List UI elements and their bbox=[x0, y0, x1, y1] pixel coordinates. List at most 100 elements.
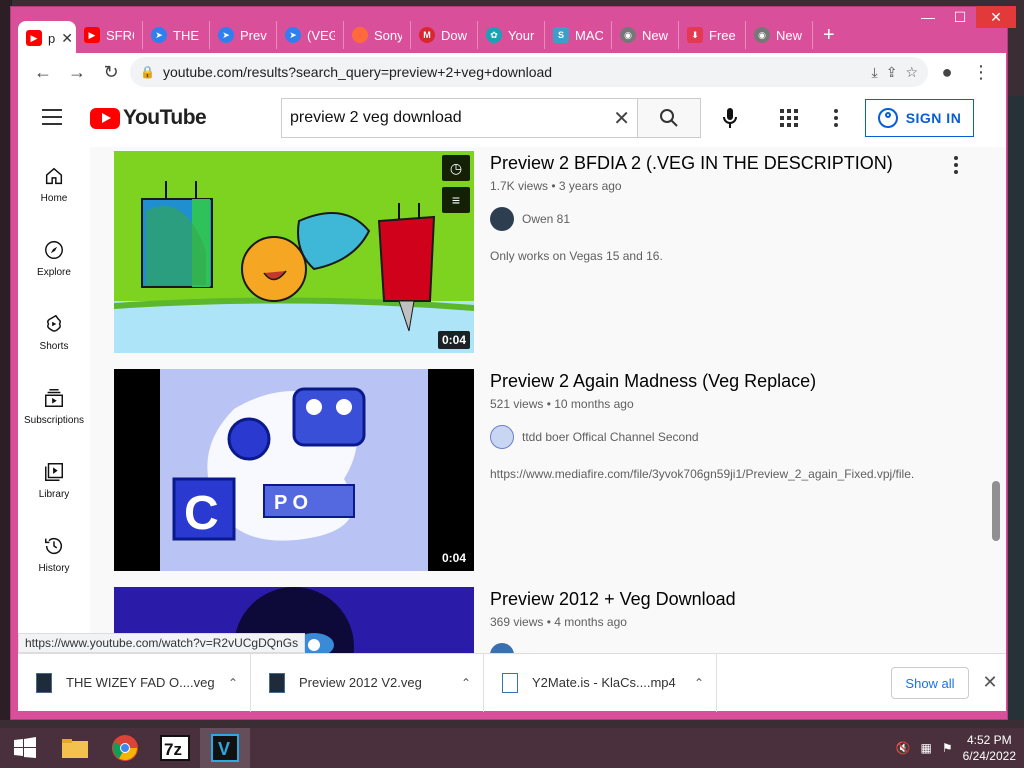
download-item[interactable]: Preview 2012 V2.veg ⌃ bbox=[251, 653, 484, 712]
youtube-logo[interactable]: YouTube bbox=[90, 106, 207, 130]
video-info: Preview 2 Again Madness (Veg Replace) 52… bbox=[490, 369, 960, 481]
taskbar-clock[interactable]: 4:52 PM 6/24/2022 bbox=[963, 732, 1016, 764]
browser-menu-icon[interactable]: ⋮ bbox=[966, 57, 996, 87]
tab[interactable]: ✿ Your bbox=[478, 21, 545, 49]
maximize-icon[interactable]: ☐ bbox=[944, 6, 976, 28]
sidebar-item-library[interactable]: Library bbox=[18, 443, 90, 517]
apps-grid-icon[interactable] bbox=[774, 103, 804, 133]
download-item[interactable]: Y2Mate.is - KlaCs....mp4 ⌃ bbox=[484, 653, 717, 712]
hamburger-menu-icon[interactable] bbox=[42, 109, 62, 125]
start-button[interactable] bbox=[0, 728, 50, 768]
svg-text:V: V bbox=[218, 739, 230, 759]
tab[interactable]: ➤ (VEG bbox=[277, 21, 344, 49]
network-icon[interactable]: ▦ bbox=[921, 741, 932, 755]
clear-search-icon[interactable]: ✕ bbox=[613, 106, 630, 131]
video-result[interactable]: C P O 0:04 Preview 2 Again Madness (Veg … bbox=[114, 369, 984, 571]
tab[interactable]: ◉ New bbox=[612, 21, 679, 49]
taskbar: 7z V 🔇 ▦ ⚑ 4:52 PM 6/24/2022 bbox=[0, 728, 1024, 768]
voice-search-button[interactable] bbox=[713, 101, 747, 135]
watch-later-icon[interactable]: ◷ bbox=[442, 155, 470, 181]
sony-icon bbox=[352, 27, 368, 43]
channel-name[interactable]: ttdd boer Offical Channel Second bbox=[522, 430, 699, 444]
microphone-icon bbox=[723, 108, 737, 128]
settings-more-icon[interactable] bbox=[824, 103, 848, 133]
chevron-up-icon[interactable]: ⌃ bbox=[461, 676, 471, 690]
youtube-play-icon bbox=[90, 107, 120, 129]
sidebar-item-history[interactable]: History bbox=[18, 517, 90, 591]
action-menu-icon[interactable] bbox=[944, 153, 968, 177]
chevron-up-icon[interactable]: ⌃ bbox=[228, 676, 238, 690]
video-thumbnail[interactable]: C P O 0:04 bbox=[114, 369, 474, 571]
vegas-taskbar-icon[interactable]: V bbox=[200, 728, 250, 768]
tab-label: Free bbox=[709, 27, 736, 43]
tab-label: THE bbox=[173, 27, 199, 43]
channel-row[interactable]: Owen 81 bbox=[490, 207, 960, 231]
tab-label: (VEG bbox=[307, 27, 335, 43]
youtube-page: YouTube preview 2 veg download ✕ SIGN IN… bbox=[18, 91, 1006, 653]
close-downloads-icon[interactable]: ✕ bbox=[978, 670, 1002, 694]
tab-youtube-active[interactable]: ▶ p ✕ bbox=[18, 21, 76, 55]
sidebar-item-home[interactable]: Home bbox=[18, 147, 90, 221]
tab[interactable]: ➤ Prev bbox=[210, 21, 277, 49]
page-scrollbar[interactable] bbox=[992, 481, 1000, 541]
reload-icon[interactable]: ↻ bbox=[96, 57, 126, 87]
channel-row[interactable]: ttdd boer Offical Channel Second bbox=[490, 425, 960, 449]
window-controls: — ☐ ✕ bbox=[912, 6, 1016, 28]
channel-name[interactable]: Owen 81 bbox=[522, 212, 570, 226]
video-duration: 0:04 bbox=[437, 549, 470, 567]
forward-icon[interactable]: → bbox=[62, 57, 92, 87]
download-filename: THE WIZEY FAD O....veg bbox=[66, 675, 214, 690]
sidebar-item-shorts[interactable]: Shorts bbox=[18, 295, 90, 369]
search-input[interactable]: preview 2 veg download ✕ bbox=[281, 98, 638, 138]
avatar[interactable] bbox=[490, 643, 514, 653]
minimize-icon[interactable]: — bbox=[912, 6, 944, 28]
avatar[interactable] bbox=[490, 425, 514, 449]
new-tab-button[interactable]: + bbox=[813, 24, 845, 47]
sidebar-item-label: Subscriptions bbox=[23, 414, 85, 426]
video-title[interactable]: Preview 2 BFDIA 2 (.VEG IN THE DESCRIPTI… bbox=[490, 151, 960, 175]
telegram-icon: ➤ bbox=[151, 27, 167, 43]
add-to-queue-icon[interactable]: ≡ bbox=[442, 187, 470, 213]
tab[interactable]: Sony bbox=[344, 21, 411, 49]
tab[interactable]: S MAC bbox=[545, 21, 612, 49]
close-window-icon[interactable]: ✕ bbox=[976, 6, 1016, 28]
sidebar-item-label: Explore bbox=[37, 266, 71, 278]
sidebar-item-explore[interactable]: Explore bbox=[18, 221, 90, 295]
install-icon[interactable]: ⤓ bbox=[872, 64, 878, 81]
avatar[interactable] bbox=[490, 207, 514, 231]
search-icon bbox=[660, 109, 678, 127]
video-result[interactable]: ◷ ≡ 0:04 Preview 2 BFDIA 2 (.VEG IN THE … bbox=[114, 151, 984, 353]
bookmark-star-icon[interactable]: ☆ bbox=[905, 64, 918, 81]
show-all-downloads-button[interactable]: Show all bbox=[891, 667, 969, 699]
volume-muted-icon[interactable]: 🔇 bbox=[896, 741, 911, 755]
channel-row[interactable] bbox=[490, 643, 960, 653]
video-thumbnail[interactable]: ◷ ≡ 0:04 bbox=[114, 151, 474, 353]
7zip-taskbar-icon[interactable]: 7z bbox=[150, 728, 200, 768]
tab[interactable]: M Dow bbox=[411, 21, 478, 49]
close-tab-icon[interactable]: ✕ bbox=[61, 30, 73, 47]
notification-icon[interactable]: ⚑ bbox=[942, 741, 953, 755]
video-title[interactable]: Preview 2012 + Veg Download bbox=[490, 587, 960, 611]
chrome-taskbar-icon[interactable] bbox=[100, 728, 150, 768]
video-title[interactable]: Preview 2 Again Madness (Veg Replace) bbox=[490, 369, 960, 393]
chevron-up-icon[interactable]: ⌃ bbox=[694, 676, 704, 690]
library-icon bbox=[45, 462, 63, 481]
tab[interactable]: ▶ SFR6 bbox=[76, 21, 143, 49]
tab[interactable]: ⬇ Free bbox=[679, 21, 746, 49]
download-item[interactable]: THE WIZEY FAD O....veg ⌃ bbox=[18, 653, 251, 712]
file-explorer-taskbar-icon[interactable] bbox=[50, 728, 100, 768]
back-icon[interactable]: ← bbox=[28, 57, 58, 87]
sign-in-label: SIGN IN bbox=[905, 110, 962, 126]
windows-logo-icon bbox=[14, 737, 36, 758]
tab-label: New bbox=[776, 27, 803, 43]
tab[interactable]: ◉ New bbox=[746, 21, 813, 49]
video-description: Only works on Vegas 15 and 16. bbox=[490, 249, 663, 263]
search-query: preview 2 veg download bbox=[290, 109, 462, 126]
sign-in-button[interactable]: SIGN IN bbox=[865, 99, 974, 137]
sidebar-item-subscriptions[interactable]: Subscriptions bbox=[18, 369, 90, 443]
address-bar[interactable]: 🔒 youtube.com/results?search_query=previ… bbox=[130, 57, 928, 87]
tab[interactable]: ➤ THE bbox=[143, 21, 210, 49]
search-button[interactable] bbox=[637, 98, 701, 138]
share-icon[interactable]: ⇪ bbox=[886, 64, 898, 81]
profile-icon[interactable]: ● bbox=[932, 57, 962, 87]
